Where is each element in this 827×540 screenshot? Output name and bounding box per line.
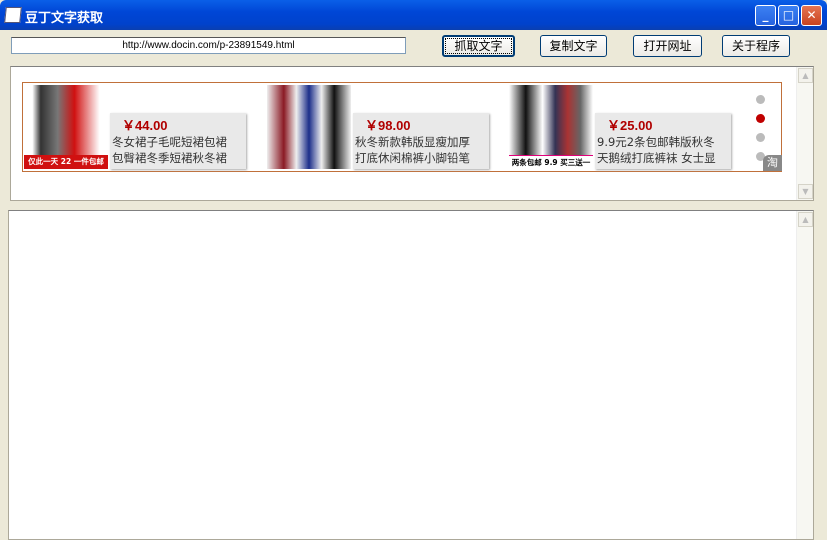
url-input[interactable]: http://www.docin.com/p-23891549.html (11, 37, 406, 54)
scrollbar[interactable]: ▲ ▼ (796, 67, 813, 200)
product-desc: 9.9元2条包邮韩版秋冬 天鹅绒打底裤袜 女士显 (597, 135, 716, 165)
copy-text-button[interactable]: 复制文字 (540, 35, 607, 57)
scroll-up-arrow-icon[interactable]: ▲ (798, 68, 813, 83)
scroll-up-arrow-icon[interactable]: ▲ (798, 212, 813, 227)
open-url-button[interactable]: 打开网址 (633, 35, 702, 57)
text-output-area[interactable]: ▲ (8, 210, 814, 540)
slide-dot[interactable] (756, 133, 765, 142)
product-card[interactable]: ￥98.00 秋冬新款韩版显瘦加厚 打底休闲棉裤小脚铅笔 (353, 113, 489, 169)
product-desc: 秋冬新款韩版显瘦加厚 打底休闲棉裤小脚铅笔 (355, 135, 470, 165)
product-image-leggings[interactable]: 两条包邮 9.9 买三送一 (509, 85, 593, 169)
app-icon (4, 7, 22, 23)
scrollbar[interactable]: ▲ (796, 211, 813, 539)
grab-text-button[interactable]: 抓取文字 (442, 35, 515, 57)
product-image-caption: 仅此一天 22 一件包邮 (24, 155, 108, 169)
taobao-badge[interactable]: 淘 (763, 155, 782, 171)
product-image-skirt[interactable]: 仅此一天 22 一件包邮 (24, 85, 108, 169)
ad-banner[interactable]: 仅此一天 22 一件包邮 ￥44.00 冬女裙子毛呢短裙包裙 包臀裙冬季短裙秋冬裙… (22, 82, 782, 172)
close-button[interactable]: ✕ (801, 5, 822, 26)
product-price: ￥98.00 (365, 118, 411, 133)
product-image-caption: 两条包邮 9.9 买三送一 (509, 155, 593, 169)
maximize-button[interactable]: □ (778, 5, 799, 26)
product-card[interactable]: ￥25.00 9.9元2条包邮韩版秋冬 天鹅绒打底裤袜 女士显 (595, 113, 731, 169)
title-bar: 豆丁文字获取 _ □ ✕ (0, 0, 827, 30)
product-desc: 冬女裙子毛呢短裙包裙 包臀裙冬季短裙秋冬裙 (112, 135, 227, 165)
browser-panel: 仅此一天 22 一件包邮 ￥44.00 冬女裙子毛呢短裙包裙 包臀裙冬季短裙秋冬裙… (10, 66, 814, 201)
minimize-button[interactable]: _ (755, 5, 776, 26)
product-price: ￥25.00 (607, 118, 653, 133)
about-button[interactable]: 关于程序 (722, 35, 790, 57)
slide-dot-active[interactable] (756, 114, 765, 123)
scroll-down-arrow-icon[interactable]: ▼ (798, 184, 813, 199)
product-image-pants[interactable] (267, 85, 351, 169)
product-price: ￥44.00 (122, 118, 168, 133)
product-card[interactable]: ￥44.00 冬女裙子毛呢短裙包裙 包臀裙冬季短裙秋冬裙 (110, 113, 246, 169)
slide-dot[interactable] (756, 95, 765, 104)
window-title: 豆丁文字获取 (25, 11, 104, 26)
